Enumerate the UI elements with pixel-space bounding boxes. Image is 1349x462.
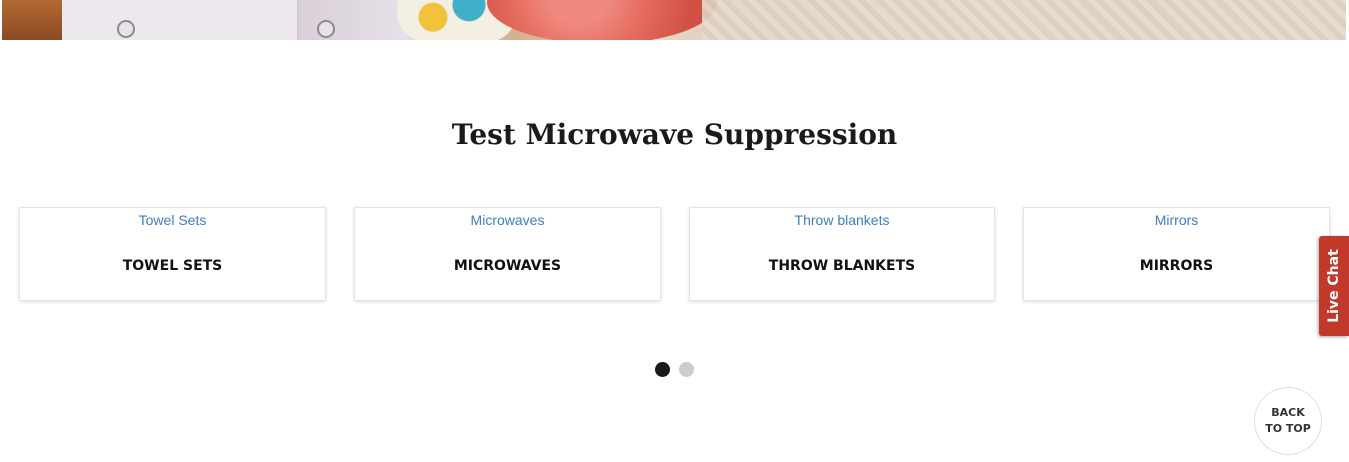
category-card-throw-blankets[interactable]: Throw blankets THROW BLANKETS — [689, 207, 995, 301]
live-chat-button[interactable]: Live Chat — [1319, 236, 1349, 336]
category-link-microwaves[interactable]: Microwaves — [355, 212, 660, 228]
hero-banner-image — [2, 0, 1346, 40]
category-name-mirrors: MIRRORS — [1139, 258, 1214, 274]
carousel-dot-2[interactable] — [679, 362, 694, 377]
category-card-mirrors[interactable]: Mirrors MIRRORS — [1023, 207, 1330, 301]
category-link-throw-blankets[interactable]: Throw blankets — [690, 212, 994, 228]
category-name-throw-blankets: THROW BLANKETS — [768, 258, 916, 274]
back-to-top-label: BACK TO TOP — [1265, 406, 1311, 435]
category-card-microwaves[interactable]: Microwaves MICROWAVES — [354, 207, 661, 301]
carousel-dot-1[interactable] — [655, 362, 670, 377]
category-link-towel-sets[interactable]: Towel Sets — [20, 212, 325, 228]
live-chat-label: Live Chat — [1326, 249, 1342, 323]
page: Test Microwave Suppression Towel Sets TO… — [0, 0, 1349, 462]
category-name-towel-sets: TOWEL SETS — [122, 258, 223, 274]
category-link-mirrors[interactable]: Mirrors — [1024, 212, 1329, 228]
category-name-microwaves: MICROWAVES — [453, 258, 562, 274]
category-card-towel-sets[interactable]: Towel Sets TOWEL SETS — [19, 207, 326, 301]
section-title: Test Microwave Suppression — [451, 118, 898, 151]
back-to-top-button[interactable]: BACK TO TOP — [1254, 387, 1322, 455]
